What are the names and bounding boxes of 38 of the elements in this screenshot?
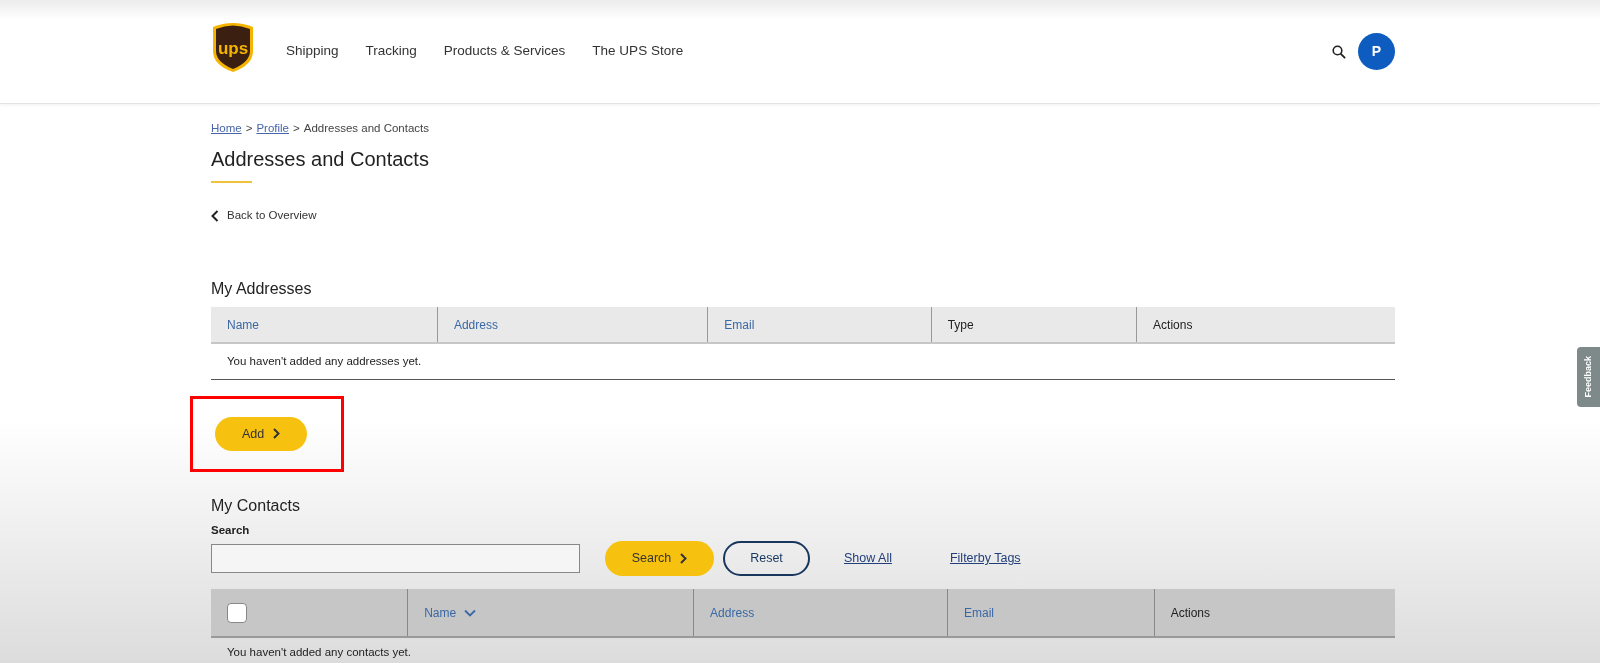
search-icon[interactable] — [1332, 44, 1346, 59]
column-header[interactable]: Name — [211, 307, 438, 344]
back-link[interactable]: Back to Overview — [211, 207, 317, 225]
title-underline — [211, 181, 252, 184]
sort-caret-icon — [464, 608, 477, 617]
breadcrumb-link[interactable]: Home — [211, 120, 242, 138]
section-heading: My Contacts — [211, 495, 301, 516]
column-header: Type — [931, 307, 1137, 344]
column-header: Actions — [1136, 307, 1395, 344]
show-all-link[interactable]: Show All — [844, 549, 892, 568]
chevron-right-icon — [272, 428, 281, 440]
chevron-left-icon — [211, 209, 219, 222]
column-header[interactable]: Email — [707, 307, 932, 344]
reset-button[interactable]: Reset — [723, 541, 810, 577]
column-header: Actions — [1170, 604, 1210, 622]
search-field[interactable] — [211, 544, 580, 574]
breadcrumb-separator: > — [293, 121, 300, 136]
logo[interactable]: ups — [211, 20, 255, 73]
column-header[interactable]: Address — [437, 307, 708, 344]
empty-message: You haven't added any addresses yet. — [211, 343, 1395, 380]
page-title: Addresses and Contacts — [211, 147, 430, 172]
filter-link[interactable]: Filterby Tags — [949, 549, 1021, 568]
section-heading: My Addresses — [211, 279, 313, 300]
search-label: Search — [211, 522, 251, 538]
breadcrumb-separator: > — [245, 121, 253, 136]
nav-link[interactable]: Tracking — [365, 41, 417, 62]
add-button[interactable]: Add — [215, 416, 307, 451]
chevron-right-icon — [679, 553, 688, 565]
nav-link[interactable]: Products & Services — [443, 41, 566, 62]
empty-message: You haven't added any contacts yet. — [211, 637, 1395, 663]
nav-link[interactable]: The UPS Store — [592, 41, 684, 62]
feedback-tab[interactable]: Feedback — [1577, 347, 1600, 407]
search-button[interactable]: Search — [605, 541, 714, 577]
select-all-checkbox[interactable] — [227, 602, 247, 623]
nav-link[interactable]: Shipping — [286, 41, 339, 62]
breadcrumb-current: Addresses and Contacts — [303, 121, 430, 136]
avatar[interactable]: P — [1358, 33, 1395, 70]
breadcrumb-link[interactable]: Profile — [256, 120, 289, 138]
